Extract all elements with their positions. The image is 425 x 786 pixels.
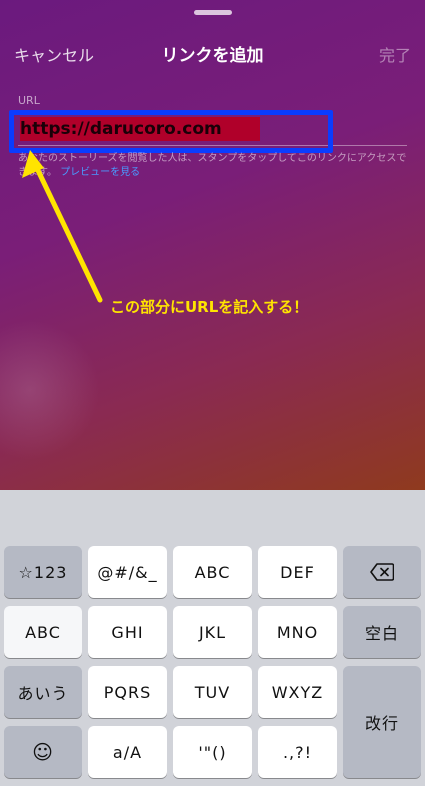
- help-text: あなたのストーリーズを閲覧した人は、スタンプをタップしてこのリンクにアクセスでき…: [18, 152, 413, 180]
- backspace-icon[interactable]: [343, 546, 421, 598]
- key-kana-mode[interactable]: あいう: [4, 666, 82, 718]
- page-title: リンクを追加: [161, 46, 264, 66]
- annotation-label: この部分にURLを記入する！: [110, 298, 309, 316]
- background-glow: [0, 320, 100, 460]
- keyboard: ☆123 @#/&_ ABC DEF ABC GHI JKL MNO 空白 あい…: [0, 490, 425, 786]
- add-link-sheet: キャンセル リンクを追加 完了 URL https://darucoro.com…: [0, 0, 425, 490]
- key-case-toggle[interactable]: a/A: [88, 726, 167, 778]
- annotation-highlight-box: [9, 110, 333, 153]
- done-button[interactable]: 完了: [379, 42, 411, 66]
- preview-link[interactable]: プレビューを見る: [60, 167, 140, 178]
- key-tuv[interactable]: TUV: [173, 666, 252, 718]
- backspace-glyph-icon: [370, 563, 394, 581]
- key-jkl[interactable]: JKL: [173, 606, 252, 658]
- key-abc-mode[interactable]: ABC: [4, 606, 82, 658]
- url-label: URL: [18, 94, 40, 107]
- sheet-grabber[interactable]: [194, 10, 232, 15]
- key-quotes[interactable]: '"(): [173, 726, 252, 778]
- key-symbols[interactable]: @#/&_: [88, 546, 167, 598]
- key-wxyz[interactable]: WXYZ: [258, 666, 337, 718]
- key-mno[interactable]: MNO: [258, 606, 337, 658]
- key-abc-row1[interactable]: ABC: [173, 546, 252, 598]
- key-numbers[interactable]: ☆123: [4, 546, 82, 598]
- space-key[interactable]: 空白: [343, 606, 421, 658]
- key-punctuation[interactable]: .,?!: [258, 726, 337, 778]
- key-ghi[interactable]: GHI: [88, 606, 167, 658]
- emoji-icon[interactable]: ☺: [4, 726, 82, 778]
- key-pqrs[interactable]: PQRS: [88, 666, 167, 718]
- return-key[interactable]: 改行: [343, 666, 421, 778]
- key-def[interactable]: DEF: [258, 546, 337, 598]
